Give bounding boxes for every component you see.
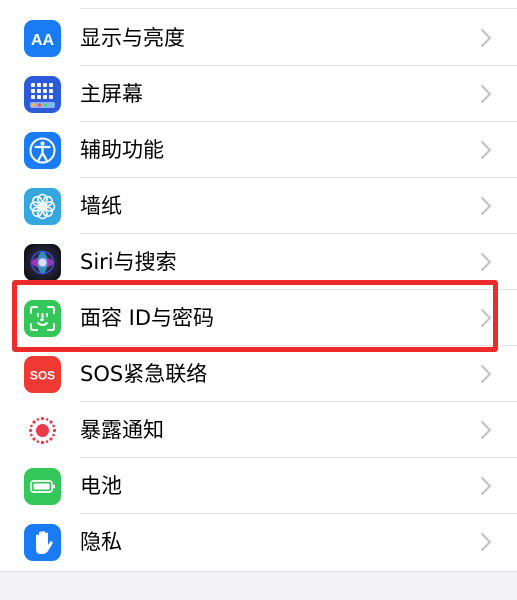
settings-row-privacy[interactable]: 隐私 [0, 514, 517, 570]
settings-row-label: 显示与亮度 [80, 26, 185, 50]
svg-text:AA: AA [31, 32, 55, 49]
settings-row-exposure-notifications[interactable]: 暴露通知 [0, 402, 517, 458]
settings-row-label: 电池 [80, 474, 122, 498]
settings-row-label: 辅助功能 [80, 138, 164, 162]
chevron-right-icon [480, 476, 492, 496]
settings-list: AA 显示与亮度 主屏幕 辅助功能 墙纸 Siri与搜索 面容 ID与密码 SO… [0, 0, 517, 572]
settings-row-face-id-passcode[interactable]: 面容 ID与密码 [0, 290, 517, 346]
settings-row-home-screen[interactable]: 主屏幕 [0, 66, 517, 122]
home-screen-icon [24, 76, 61, 113]
siri-icon [24, 244, 61, 281]
sos-badge-text: SOS [30, 369, 55, 383]
chevron-right-icon [480, 84, 492, 104]
exposure-notification-icon [24, 412, 61, 449]
settings-row-wallpaper[interactable]: 墙纸 [0, 178, 517, 234]
chevron-right-icon [480, 252, 492, 272]
settings-row-display-brightness[interactable]: AA 显示与亮度 [0, 10, 517, 66]
top-divider [80, 8, 517, 9]
settings-row-label: 隐私 [80, 530, 122, 554]
chevron-right-icon [480, 28, 492, 48]
settings-row-label: Siri与搜索 [80, 250, 177, 274]
display-brightness-icon: AA [24, 20, 61, 57]
settings-row-emergency-sos[interactable]: SOS SOS紧急联络 [0, 346, 517, 402]
chevron-right-icon [480, 140, 492, 160]
settings-row-siri-search[interactable]: Siri与搜索 [0, 234, 517, 290]
face-id-icon [24, 300, 61, 337]
sos-icon: SOS [24, 356, 61, 393]
settings-row-label: SOS紧急联络 [80, 362, 208, 386]
chevron-right-icon [480, 308, 492, 328]
chevron-right-icon [480, 196, 492, 216]
battery-icon [24, 468, 61, 505]
settings-screen: AA 显示与亮度 主屏幕 辅助功能 墙纸 Siri与搜索 面容 ID与密码 SO… [0, 0, 517, 600]
settings-row-label: 面容 ID与密码 [80, 306, 215, 330]
settings-row-label: 暴露通知 [80, 418, 164, 442]
settings-row-label: 主屏幕 [80, 82, 143, 106]
settings-row-accessibility[interactable]: 辅助功能 [0, 122, 517, 178]
chevron-right-icon [480, 364, 492, 384]
chevron-right-icon [480, 532, 492, 552]
settings-row-battery[interactable]: 电池 [0, 458, 517, 514]
settings-row-label: 墙纸 [80, 194, 122, 218]
privacy-hand-icon [24, 524, 61, 561]
accessibility-icon [24, 132, 61, 169]
chevron-right-icon [480, 420, 492, 440]
wallpaper-icon [24, 188, 61, 225]
